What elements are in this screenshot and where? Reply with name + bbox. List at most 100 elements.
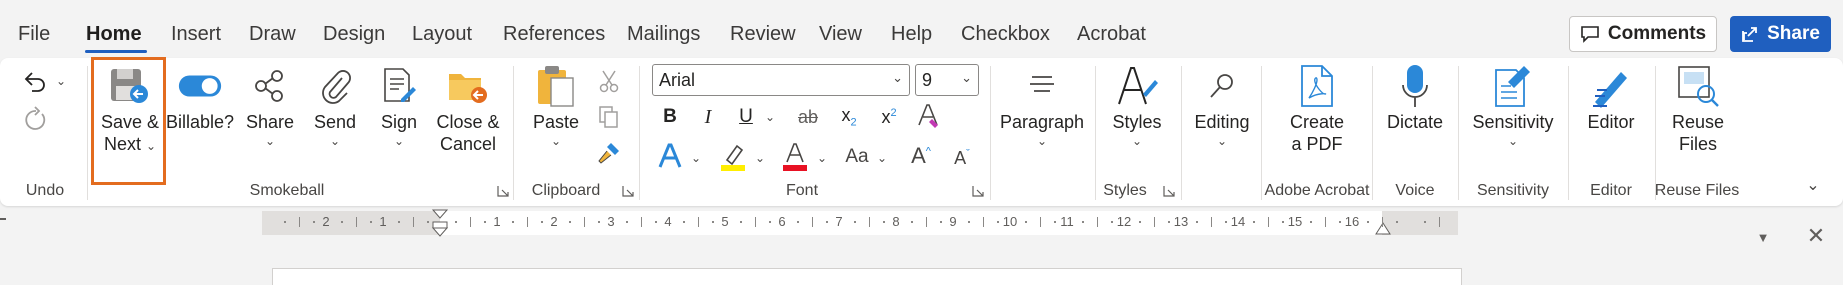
clear-formatting-button[interactable] [915, 102, 943, 130]
sign-button[interactable]: Sign ⌄ [374, 64, 424, 148]
ruler-half-tick [1268, 217, 1269, 227]
chevron-down-icon: ⌄ [876, 151, 888, 165]
font-color-dropdown[interactable]: ⌄ [814, 150, 830, 166]
undo-button[interactable] [18, 66, 52, 96]
chevron-down-icon: ⌄ [264, 134, 276, 148]
text-effects-icon [658, 143, 682, 168]
share-button[interactable]: Share [1730, 16, 1831, 52]
change-case-button[interactable]: Aa [840, 144, 874, 170]
ruler-number: 12 [1116, 214, 1132, 229]
tab-acrobat[interactable]: Acrobat [1077, 23, 1146, 46]
chevron-down-icon: ⌄ [329, 134, 341, 148]
format-painter-button[interactable] [596, 140, 622, 166]
collapse-ribbon-button[interactable]: ⌄ [1800, 174, 1826, 196]
shrink-font-button[interactable]: Aˇ [948, 144, 976, 172]
undo-group-label: Undo [25, 182, 65, 199]
indent-marker-icon[interactable] [432, 209, 448, 237]
dialog-launcher-icon[interactable] [622, 185, 634, 197]
tab-references[interactable]: References [503, 23, 605, 46]
group-divider [1568, 66, 1569, 200]
grow-font-button[interactable]: A^ [906, 142, 936, 170]
paste-button[interactable]: Paste ⌄ [528, 64, 584, 148]
ruler-half-tick [926, 217, 927, 227]
ruler-half-tick [527, 217, 528, 227]
create-pdf-button[interactable]: Create a PDF [1278, 64, 1356, 156]
font-size-combo[interactable]: 9 ⌄ [915, 64, 979, 96]
tab-help[interactable]: Help [891, 23, 932, 46]
right-indent-icon[interactable] [1375, 221, 1391, 235]
tab-home[interactable]: Home [86, 23, 142, 46]
tab-layout[interactable]: Layout [412, 23, 472, 46]
superscript-button[interactable]: x2 [876, 104, 902, 130]
subscript-button[interactable]: x2 [836, 104, 862, 130]
editing-button[interactable]: Editing ⌄ [1188, 64, 1256, 148]
tab-insert[interactable]: Insert [171, 23, 221, 46]
dialog-launcher-icon[interactable] [1163, 185, 1175, 197]
smokeball-share-button[interactable]: Share ⌄ [243, 64, 297, 148]
highlight-button[interactable] [718, 142, 748, 172]
tab-file[interactable]: File [18, 23, 50, 46]
ruler-number: 10 [1002, 214, 1018, 229]
send-label: Send [313, 112, 357, 132]
tab-mailings[interactable]: Mailings [627, 23, 700, 46]
redo-icon [25, 106, 46, 130]
ruler-dot [341, 221, 343, 223]
change-case-dropdown[interactable]: ⌄ [874, 150, 890, 166]
font-name-combo[interactable]: Arial ⌄ [652, 64, 910, 96]
ruler-dot [1310, 221, 1312, 223]
editor-button[interactable]: Editor [1578, 64, 1644, 134]
highlight-dropdown[interactable]: ⌄ [752, 150, 768, 166]
scroll-arrow-down[interactable]: ▼ [1752, 226, 1774, 248]
close-pane-button[interactable]: ✕ [1804, 223, 1828, 248]
tab-review[interactable]: Review [730, 23, 796, 46]
tab-view[interactable]: View [819, 23, 862, 46]
sign-document-icon [377, 64, 421, 108]
ruler-half-tick [755, 217, 756, 227]
strikethrough-button[interactable]: ab [794, 104, 822, 130]
ruler-half-tick [1154, 217, 1155, 227]
underline-dropdown[interactable]: ⌄ [762, 108, 778, 126]
tab-design[interactable]: Design [323, 23, 385, 46]
font-color-button[interactable] [780, 142, 810, 172]
horizontal-ruler[interactable]: 2 1 1 2 3 4 5 6 7 8 9 10 11 12 13 14 15 16 [262, 209, 1458, 237]
ruler-half-tick [584, 217, 585, 227]
cut-button[interactable] [596, 68, 622, 94]
dialog-launcher-icon[interactable] [497, 185, 509, 197]
comments-button[interactable]: Comments [1569, 16, 1717, 52]
undo-dropdown[interactable]: ⌄ [52, 72, 70, 90]
italic-button[interactable]: I [696, 104, 720, 130]
redo-button[interactable] [18, 102, 52, 136]
menu-bar: File Home Insert Draw Design Layout Refe… [0, 0, 1843, 56]
dialog-launcher-icon[interactable] [972, 185, 984, 197]
editing-label: Editing [1194, 112, 1250, 132]
bold-button[interactable]: B [658, 104, 682, 130]
reuse-files-button[interactable]: Reuse Files [1662, 64, 1734, 156]
tab-draw[interactable]: Draw [249, 23, 296, 46]
text-effects-button[interactable] [656, 142, 684, 170]
microphone-icon [1393, 64, 1437, 108]
sensitivity-button[interactable]: Sensitivity ⌄ [1468, 64, 1558, 148]
underline-button[interactable]: U [734, 104, 758, 130]
ruler-dot [1025, 221, 1027, 223]
paragraph-button[interactable]: Paragraph ⌄ [998, 64, 1086, 148]
tab-checkbox[interactable]: Checkbox [961, 23, 1050, 46]
ruler-number: 1 [493, 214, 501, 229]
billable-toggle[interactable]: Billable? [166, 64, 234, 134]
send-button[interactable]: Send ⌄ [309, 64, 361, 148]
text-effects-dropdown[interactable]: ⌄ [688, 150, 704, 166]
copy-button[interactable] [596, 104, 622, 130]
styles-button[interactable]: Styles ⌄ [1106, 64, 1168, 148]
chevron-down-icon: ⌄ [1131, 134, 1143, 148]
paste-label: Paste [532, 112, 580, 132]
close-cancel-button[interactable]: Close & Cancel [433, 64, 503, 156]
active-tab-indicator [85, 50, 147, 53]
ruler-dot [940, 221, 942, 223]
chevron-down-icon: ⌄ [1806, 177, 1820, 194]
document-page[interactable] [272, 268, 1462, 285]
ruler-dot [1282, 221, 1284, 223]
dictate-button[interactable]: Dictate [1380, 64, 1450, 134]
ruler-dot [1082, 221, 1084, 223]
ruler-tab-selector[interactable] [0, 218, 6, 220]
ribbon: ⌄ Undo Save & Next ⌄ Billable? Share ⌄ S… [0, 58, 1843, 206]
ruler-dot [740, 221, 742, 223]
